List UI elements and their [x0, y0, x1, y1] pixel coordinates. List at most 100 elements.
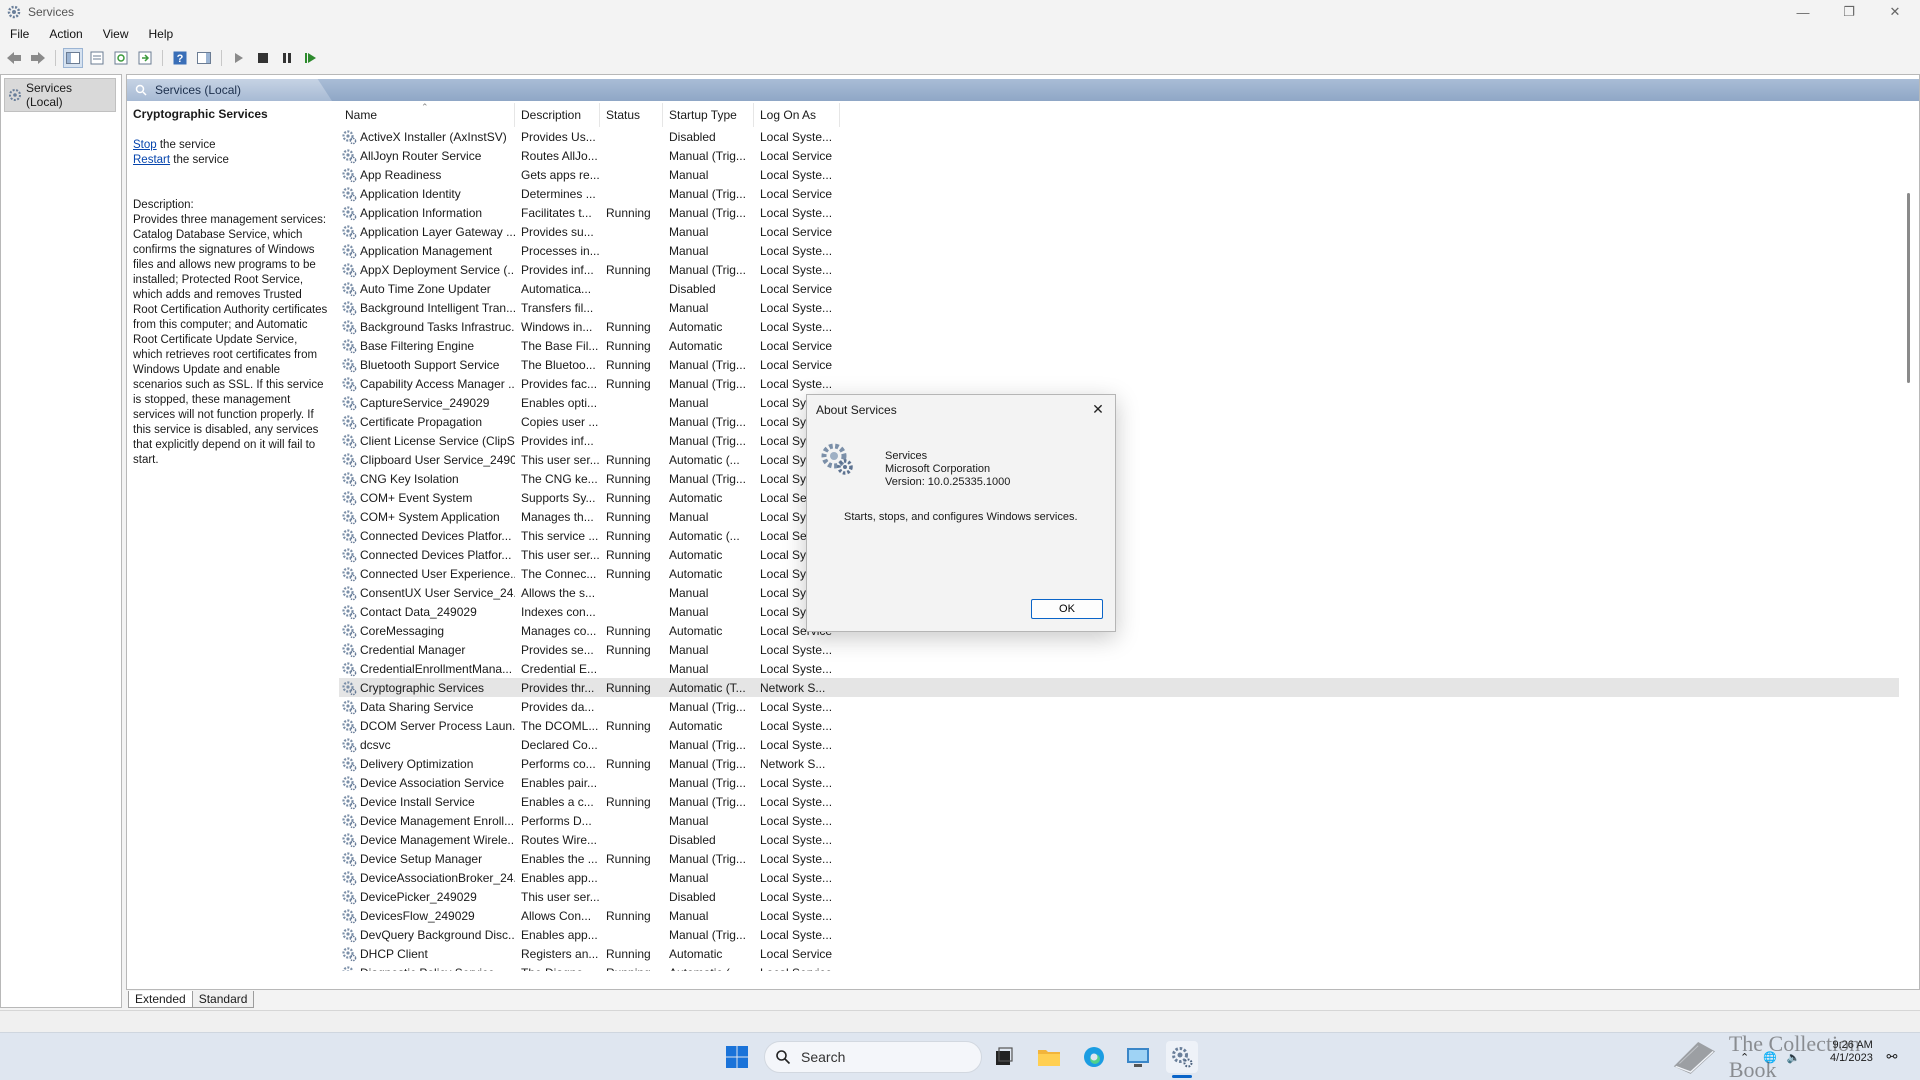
column-header-status[interactable]: Status — [600, 103, 663, 127]
table-row[interactable]: Auto Time Zone Updater Automatica... Disab… — [339, 279, 1899, 298]
table-row[interactable]: ActiveX Installer (AxInstSV) Provides Us.… — [339, 127, 1899, 146]
dialog-close-button[interactable]: ✕ — [1089, 400, 1107, 418]
table-row[interactable]: Background Intelligent Tran... Transfers … — [339, 298, 1899, 317]
forward-button[interactable] — [28, 48, 48, 68]
refresh-button[interactable] — [111, 48, 131, 68]
table-row[interactable]: Background Tasks Infrastruc... Windows in… — [339, 317, 1899, 336]
table-row[interactable]: Application Layer Gateway ... Provides su… — [339, 222, 1899, 241]
table-row[interactable]: Application Management Processes in... Man… — [339, 241, 1899, 260]
service-gear-icon — [342, 908, 357, 923]
column-header-description[interactable]: Description — [515, 103, 600, 127]
menu-action[interactable]: Action — [39, 27, 92, 41]
restart-service-link[interactable]: Restart — [133, 154, 170, 166]
table-row[interactable]: Base Filtering Engine The Base Fil... Runn… — [339, 336, 1899, 355]
table-row[interactable]: Client License Service (ClipS... Provides… — [339, 431, 1899, 450]
table-row[interactable]: Cryptographic Services Provides thr... Run… — [339, 678, 1899, 697]
restore-button[interactable]: ❐ — [1826, 0, 1872, 24]
table-row[interactable]: CredentialEnrollmentMana... Credential E.… — [339, 659, 1899, 678]
table-row[interactable]: DeviceAssociationBroker_24... Enables app… — [339, 868, 1899, 887]
table-row[interactable]: DHCP Client Registers an... Running Automat… — [339, 944, 1899, 963]
help-button[interactable]: ? — [170, 48, 190, 68]
menu-file[interactable]: File — [0, 27, 39, 41]
stop-service-button[interactable] — [253, 48, 273, 68]
ok-button[interactable]: OK — [1031, 599, 1103, 619]
table-row[interactable]: COM+ Event System Supports Sy... Running Au… — [339, 488, 1899, 507]
table-row[interactable]: Connected Devices Platfor... This user se… — [339, 545, 1899, 564]
column-header-log-on-as[interactable]: Log On As — [754, 103, 840, 127]
properties-button[interactable] — [87, 48, 107, 68]
main-header-label: Services (Local) — [155, 83, 242, 97]
table-row[interactable]: DevicePicker_249029 This user ser... Disab… — [339, 887, 1899, 906]
edge-button[interactable] — [1078, 1041, 1110, 1073]
service-startup-cell: Manual (Trig... — [669, 471, 746, 486]
services-table: ⌃ Name Description Status Startup Type Lo… — [339, 103, 1899, 971]
table-row[interactable]: Capability Access Manager ... Provides fa… — [339, 374, 1899, 393]
table-row[interactable]: COM+ System Application Manages th... Runn… — [339, 507, 1899, 526]
table-row[interactable]: DevQuery Background Disc... Enables app..… — [339, 925, 1899, 944]
table-row[interactable]: dcsvc Declared Co... Manual (Trig... Local … — [339, 735, 1899, 754]
service-name-cell: CNG Key Isolation — [339, 471, 515, 487]
service-startup-cell: Manual (Trig... — [669, 205, 746, 220]
service-gear-icon — [342, 870, 357, 885]
service-gear-icon — [342, 775, 357, 790]
service-startup-cell: Manual — [669, 585, 709, 600]
file-explorer-button[interactable] — [1033, 1041, 1065, 1073]
table-row[interactable]: Bluetooth Support Service The Bluetoo... R… — [339, 355, 1899, 374]
table-row[interactable]: Connected Devices Platfor... This service… — [339, 526, 1899, 545]
stop-service-link[interactable]: Stop — [133, 139, 157, 151]
control-panel-button[interactable] — [1122, 1041, 1154, 1073]
show-action-pane-button[interactable] — [194, 48, 214, 68]
task-view-button[interactable] — [988, 1041, 1020, 1073]
back-button[interactable] — [4, 48, 24, 68]
vertical-scrollbar[interactable] — [1905, 103, 1913, 963]
export-list-button[interactable] — [135, 48, 155, 68]
taskbar-search-box[interactable]: Search — [764, 1041, 982, 1073]
service-description-cell: Supports Sy... — [521, 490, 596, 505]
service-logon-cell: Local Syste... — [760, 794, 833, 809]
table-row[interactable]: CNG Key Isolation The CNG ke... Running Man… — [339, 469, 1899, 488]
restart-service-button[interactable] — [301, 48, 321, 68]
table-row[interactable]: Certificate Propagation Copies user ... Ma… — [339, 412, 1899, 431]
tab-extended[interactable]: Extended — [128, 991, 193, 1008]
minimize-button[interactable]: — — [1780, 0, 1826, 24]
table-row[interactable]: Device Management Wirele... Routes Wire..… — [339, 830, 1899, 849]
table-row[interactable]: Device Management Enroll... Performs D...… — [339, 811, 1899, 830]
menu-view[interactable]: View — [93, 27, 139, 41]
table-row[interactable]: Delivery Optimization Performs co... Runni… — [339, 754, 1899, 773]
table-row[interactable]: Connected User Experience... The Connec..… — [339, 564, 1899, 583]
service-description-cell: Provides fac... — [521, 376, 598, 391]
column-header-startup-type[interactable]: Startup Type — [663, 103, 754, 127]
table-row[interactable]: Device Setup Manager Enables the ... Runni… — [339, 849, 1899, 868]
tab-standard[interactable]: Standard — [191, 991, 255, 1008]
table-row[interactable]: AppX Deployment Service (... Provides inf… — [339, 260, 1899, 279]
table-row[interactable]: Device Association Service Enables pair..… — [339, 773, 1899, 792]
table-row[interactable]: Application Identity Determines ... Manual… — [339, 184, 1899, 203]
services-taskbar-button[interactable] — [1166, 1041, 1198, 1073]
table-row[interactable]: Clipboard User Service_2490... This user … — [339, 450, 1899, 469]
table-row[interactable]: Data Sharing Service Provides da... Manual… — [339, 697, 1899, 716]
table-row[interactable]: DCOM Server Process Laun... The DCOML... R… — [339, 716, 1899, 735]
column-header-name[interactable]: ⌃ Name — [339, 103, 515, 127]
start-service-button[interactable] — [229, 48, 249, 68]
book-logo-icon — [1673, 1041, 1716, 1074]
table-row[interactable]: Diagnostic Policy ServiceThe Diagno...Ru… — [339, 963, 1899, 971]
table-row[interactable]: Credential Manager Provides se... Running M… — [339, 640, 1899, 659]
close-window-button[interactable]: ✕ — [1872, 0, 1918, 24]
menu-help[interactable]: Help — [139, 27, 184, 41]
table-row[interactable]: AllJoyn Router Service Routes AllJo... Man… — [339, 146, 1899, 165]
pause-service-button[interactable] — [277, 48, 297, 68]
table-row[interactable]: ConsentUX User Service_24... Allows the s… — [339, 583, 1899, 602]
service-gear-icon — [342, 718, 357, 733]
table-row[interactable]: Application Information Facilitates t... R… — [339, 203, 1899, 222]
table-row[interactable]: Device Install Service Enables a c... Runn… — [339, 792, 1899, 811]
table-row[interactable]: CaptureService_249029 Enables opti... Manu… — [339, 393, 1899, 412]
table-row[interactable]: CoreMessaging Manages co... Running Automat… — [339, 621, 1899, 640]
table-row[interactable]: DevicesFlow_249029 Allows Con... Running Ma… — [339, 906, 1899, 925]
start-button[interactable] — [721, 1041, 753, 1073]
table-row[interactable]: App Readiness Gets apps re... Manual Local … — [339, 165, 1899, 184]
tree-item-services-local[interactable]: Services (Local) — [4, 78, 116, 112]
scrollbar-thumb[interactable] — [1907, 193, 1910, 383]
show-hide-console-tree-button[interactable] — [63, 48, 83, 68]
service-name-cell: DCOM Server Process Laun... — [339, 718, 515, 734]
table-row[interactable]: Contact Data_249029 Indexes con... Manual L… — [339, 602, 1899, 621]
